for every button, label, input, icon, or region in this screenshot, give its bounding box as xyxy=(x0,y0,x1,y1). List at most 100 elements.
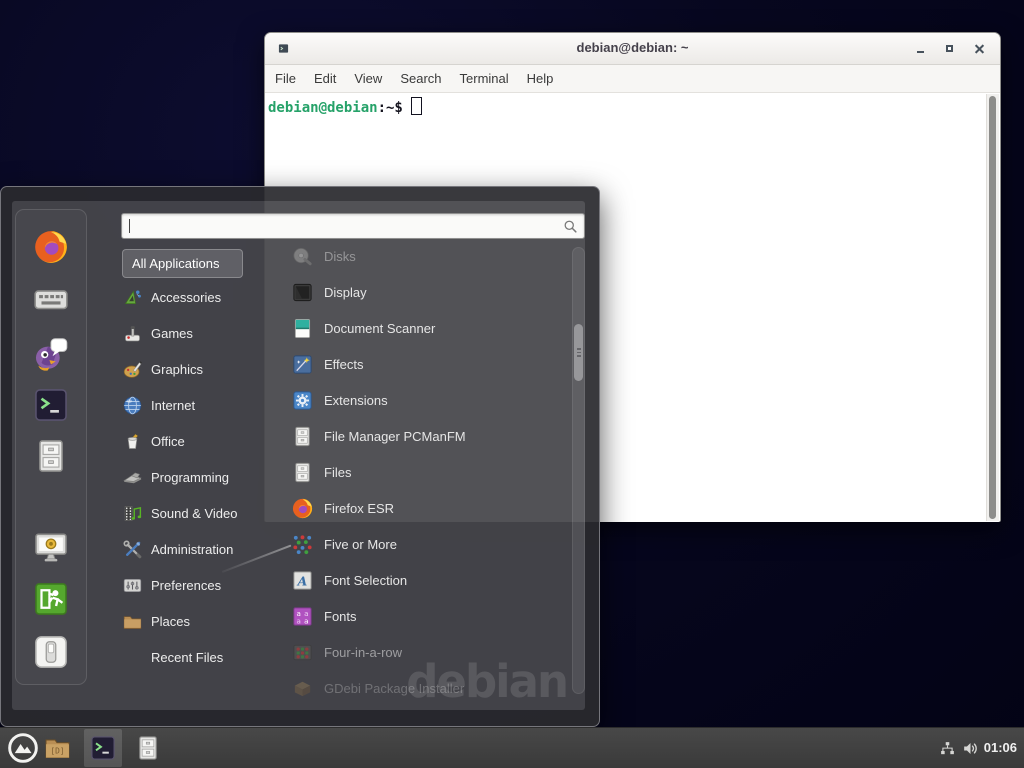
favorite-lock-screen-button[interactable] xyxy=(32,528,70,566)
favorite-pidgin-button[interactable] xyxy=(32,334,70,372)
maximize-button[interactable] xyxy=(946,45,953,52)
desktop: debian@debian: ~ FileEditViewSearchTermi… xyxy=(0,0,1024,768)
taskbar-file-manager-button[interactable]: [D] xyxy=(43,734,72,763)
graphics-icon xyxy=(122,359,143,380)
app-label: Extensions xyxy=(324,393,388,408)
app-label: Display xyxy=(324,285,367,300)
taskbar-files-button[interactable] xyxy=(134,734,162,762)
terminal-menubar: FileEditViewSearchTerminalHelp xyxy=(265,65,1000,93)
app-display[interactable]: Display xyxy=(265,274,571,310)
terminal-menu-view[interactable]: View xyxy=(345,67,391,90)
terminal-menu-search[interactable]: Search xyxy=(391,67,450,90)
category-label: Preferences xyxy=(151,578,221,593)
category-preferences[interactable]: Preferences xyxy=(122,567,265,603)
games-icon xyxy=(122,323,143,344)
category-label: Internet xyxy=(151,398,195,413)
category-label: Accessories xyxy=(151,290,221,305)
favorite-files-button[interactable] xyxy=(32,437,70,475)
svg-text:a: a xyxy=(304,616,308,625)
category-label: Games xyxy=(151,326,193,341)
favorite-logout-button[interactable] xyxy=(32,580,70,618)
programming-icon xyxy=(122,467,143,488)
category-label: Administration xyxy=(151,542,233,557)
app-label: Four-in-a-row xyxy=(324,645,402,660)
firefox-icon xyxy=(291,497,314,520)
file-cabinet-icon xyxy=(291,461,314,484)
category-label: Places xyxy=(151,614,190,629)
filter-all-applications[interactable]: All Applications xyxy=(122,249,243,278)
font-selection-icon: A xyxy=(291,569,314,592)
favorite-keyboard-button[interactable] xyxy=(32,280,70,318)
app-label: Effects xyxy=(324,357,364,372)
terminal-menu-edit[interactable]: Edit xyxy=(305,67,345,90)
office-icon xyxy=(122,431,143,452)
gdebi-icon xyxy=(291,677,314,700)
app-firefox-esr[interactable]: Firefox ESR xyxy=(265,490,571,526)
app-fonts[interactable]: aaaa Fonts xyxy=(265,598,571,634)
app-disks[interactable]: Disks xyxy=(265,238,571,274)
app-label: Fonts xyxy=(324,609,357,624)
category-label: Recent Files xyxy=(151,650,223,665)
pidgin-icon xyxy=(32,334,70,372)
taskbar: [D] 01:06 xyxy=(0,727,1024,768)
app-files[interactable]: Files xyxy=(265,454,571,490)
search-box[interactable] xyxy=(121,213,585,239)
prompt-line: debian@debian:~$ xyxy=(265,93,1000,118)
category-internet[interactable]: Internet xyxy=(122,387,265,423)
terminal-titlebar[interactable]: debian@debian: ~ xyxy=(265,33,1000,65)
close-button[interactable] xyxy=(975,44,984,53)
category-office[interactable]: Office xyxy=(122,423,265,459)
volume-icon[interactable] xyxy=(961,739,980,758)
network-icon[interactable] xyxy=(939,740,956,757)
logout-icon xyxy=(32,580,70,618)
category-graphics[interactable]: Graphics xyxy=(122,351,265,387)
app-label: Document Scanner xyxy=(324,321,435,336)
four-in-a-row-icon xyxy=(291,641,314,664)
terminal-cursor xyxy=(411,97,422,115)
app-extensions[interactable]: Extensions xyxy=(265,382,571,418)
administration-icon xyxy=(122,539,143,560)
category-places[interactable]: Places xyxy=(122,603,265,639)
app-list: Disks Display Document Scanner Effects Exten… xyxy=(265,238,571,706)
svg-text:a: a xyxy=(296,616,300,625)
favorite-terminal-button[interactable] xyxy=(32,386,70,424)
app-effects[interactable]: Effects xyxy=(265,346,571,382)
fonts-icon: aaaa xyxy=(291,605,314,628)
app-five-or-more[interactable]: Five or More xyxy=(265,526,571,562)
favorite-firefox-button[interactable] xyxy=(32,228,70,266)
terminal-scrollbar-thumb[interactable] xyxy=(989,96,996,519)
category-sound-video[interactable]: Sound & Video xyxy=(122,495,265,531)
category-accessories[interactable]: Accessories xyxy=(122,279,265,315)
menu-scrollbar-thumb[interactable] xyxy=(574,324,583,381)
window-title: debian@debian: ~ xyxy=(265,40,1000,55)
clock[interactable]: 01:06 xyxy=(984,740,1017,755)
keyboard-icon xyxy=(32,280,70,318)
terminal-menu-help[interactable]: Help xyxy=(518,67,563,90)
search-input[interactable] xyxy=(133,216,557,238)
app-label: Font Selection xyxy=(324,573,407,588)
category-label: Graphics xyxy=(151,362,203,377)
app-document-scanner[interactable]: Document Scanner xyxy=(265,310,571,346)
extensions-icon xyxy=(291,389,314,412)
terminal-menu-terminal[interactable]: Terminal xyxy=(451,67,518,90)
terminal-menu-file[interactable]: File xyxy=(266,67,305,90)
filter-label: All Applications xyxy=(132,256,219,271)
taskbar-menu-button[interactable] xyxy=(7,732,39,764)
category-games[interactable]: Games xyxy=(122,315,265,351)
terminal-scrollbar[interactable] xyxy=(986,94,999,521)
app-font-selection[interactable]: A Font Selection xyxy=(265,562,571,598)
category-label: Office xyxy=(151,434,185,449)
terminal-icon xyxy=(89,734,117,762)
category-list: Accessories Games Graphics Internet Office Pr… xyxy=(122,279,265,675)
app-file-manager-pcmanfm[interactable]: File Manager PCManFM xyxy=(265,418,571,454)
category-programming[interactable]: Programming xyxy=(122,459,265,495)
lockscreen-icon xyxy=(32,528,70,566)
taskbar-terminal-button[interactable] xyxy=(84,729,122,767)
terminal-sq-icon xyxy=(32,386,70,424)
favorite-shutdown-button[interactable] xyxy=(32,633,70,671)
window-controls xyxy=(917,33,984,64)
minimize-button[interactable] xyxy=(917,51,924,53)
category-recent-files[interactable]: Recent Files xyxy=(122,639,265,675)
app-label: Firefox ESR xyxy=(324,501,394,516)
menu-scrollbar[interactable] xyxy=(572,247,585,694)
